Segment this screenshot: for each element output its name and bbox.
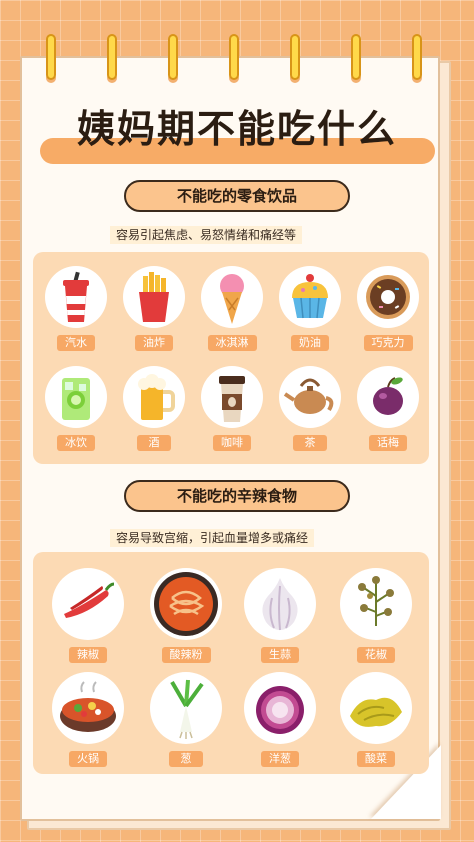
food-label: 辣椒 (69, 647, 107, 663)
food-item: 火锅 (51, 672, 125, 767)
food-item: 酸菜 (339, 672, 413, 767)
beer-icon (123, 366, 185, 428)
ring-icon (351, 34, 361, 80)
pickled-cabbage-icon (340, 672, 412, 744)
ring-icon (46, 34, 56, 80)
food-item: 洋葱 (243, 672, 317, 767)
food-item: 咖啡 (198, 366, 266, 451)
section-note-spicy: 容易导致宫缩，引起血量增多或痛经 (110, 529, 315, 547)
spicy-panel: 辣椒 酸辣粉 生蒜 花椒 火锅 葱 洋葱 酸菜 (33, 552, 429, 774)
scallion-icon (150, 672, 222, 744)
food-item: 汽水 (42, 266, 110, 351)
food-item: 茶 (276, 366, 344, 451)
hotpot-icon (52, 672, 124, 744)
cupcake-icon (279, 266, 341, 328)
section-note-snacks: 容易引起焦虑、易怒情绪和痛经等 (110, 226, 303, 244)
ice-cream-icon (201, 266, 263, 328)
food-item: 酸辣粉 (149, 568, 223, 663)
food-item: 巧克力 (354, 266, 422, 351)
food-item: 冰饮 (42, 366, 110, 451)
food-label: 咖啡 (213, 435, 251, 451)
food-item: 花椒 (339, 568, 413, 663)
onion-icon (244, 672, 316, 744)
snacks-panel: 汽水 油炸 冰淇淋 奶油 巧克力 冰饮 酒 咖啡 茶 话梅 (33, 252, 429, 464)
coffee-icon (201, 366, 263, 428)
ring-icon (229, 34, 239, 80)
food-item: 油炸 (120, 266, 188, 351)
fries-icon (123, 266, 185, 328)
teapot-icon (279, 366, 341, 428)
plum-icon (357, 366, 419, 428)
food-label: 火锅 (69, 751, 107, 767)
food-label: 酸菜 (357, 751, 395, 767)
food-label: 巧克力 (363, 335, 413, 351)
food-label: 油炸 (135, 335, 173, 351)
section-heading-snacks: 不能吃的零食饮品 (124, 180, 350, 212)
food-item: 葱 (149, 672, 223, 767)
food-label: 话梅 (369, 435, 407, 451)
ring-icon (168, 34, 178, 80)
food-item: 话梅 (354, 366, 422, 451)
soda-icon (45, 266, 107, 328)
food-label: 酸辣粉 (161, 647, 211, 663)
chili-icon (52, 568, 124, 640)
ring-icon (290, 34, 300, 80)
food-label: 汽水 (57, 335, 95, 351)
food-item: 酒 (120, 366, 188, 451)
ring-icon (107, 34, 117, 80)
chocolate-donut-icon (357, 266, 419, 328)
food-item: 辣椒 (51, 568, 125, 663)
food-item: 冰淇淋 (198, 266, 266, 351)
ring-icon (412, 34, 422, 80)
food-label: 茶 (293, 435, 327, 451)
food-label: 花椒 (357, 647, 395, 663)
food-label: 冰饮 (57, 435, 95, 451)
peppercorn-icon (340, 568, 412, 640)
garlic-icon (244, 568, 316, 640)
iced-drink-icon (45, 366, 107, 428)
food-item: 奶油 (276, 266, 344, 351)
food-label: 奶油 (291, 335, 329, 351)
food-label: 葱 (169, 751, 203, 767)
noodle-bowl-icon (150, 568, 222, 640)
page-title: 姨妈期不能吃什么 (76, 107, 397, 151)
food-label: 洋葱 (261, 751, 299, 767)
food-label: 冰淇淋 (207, 335, 257, 351)
food-label: 生蒜 (261, 647, 299, 663)
food-label: 酒 (137, 435, 171, 451)
food-item: 生蒜 (243, 568, 317, 663)
section-heading-spicy: 不能吃的辛辣食物 (124, 480, 350, 512)
